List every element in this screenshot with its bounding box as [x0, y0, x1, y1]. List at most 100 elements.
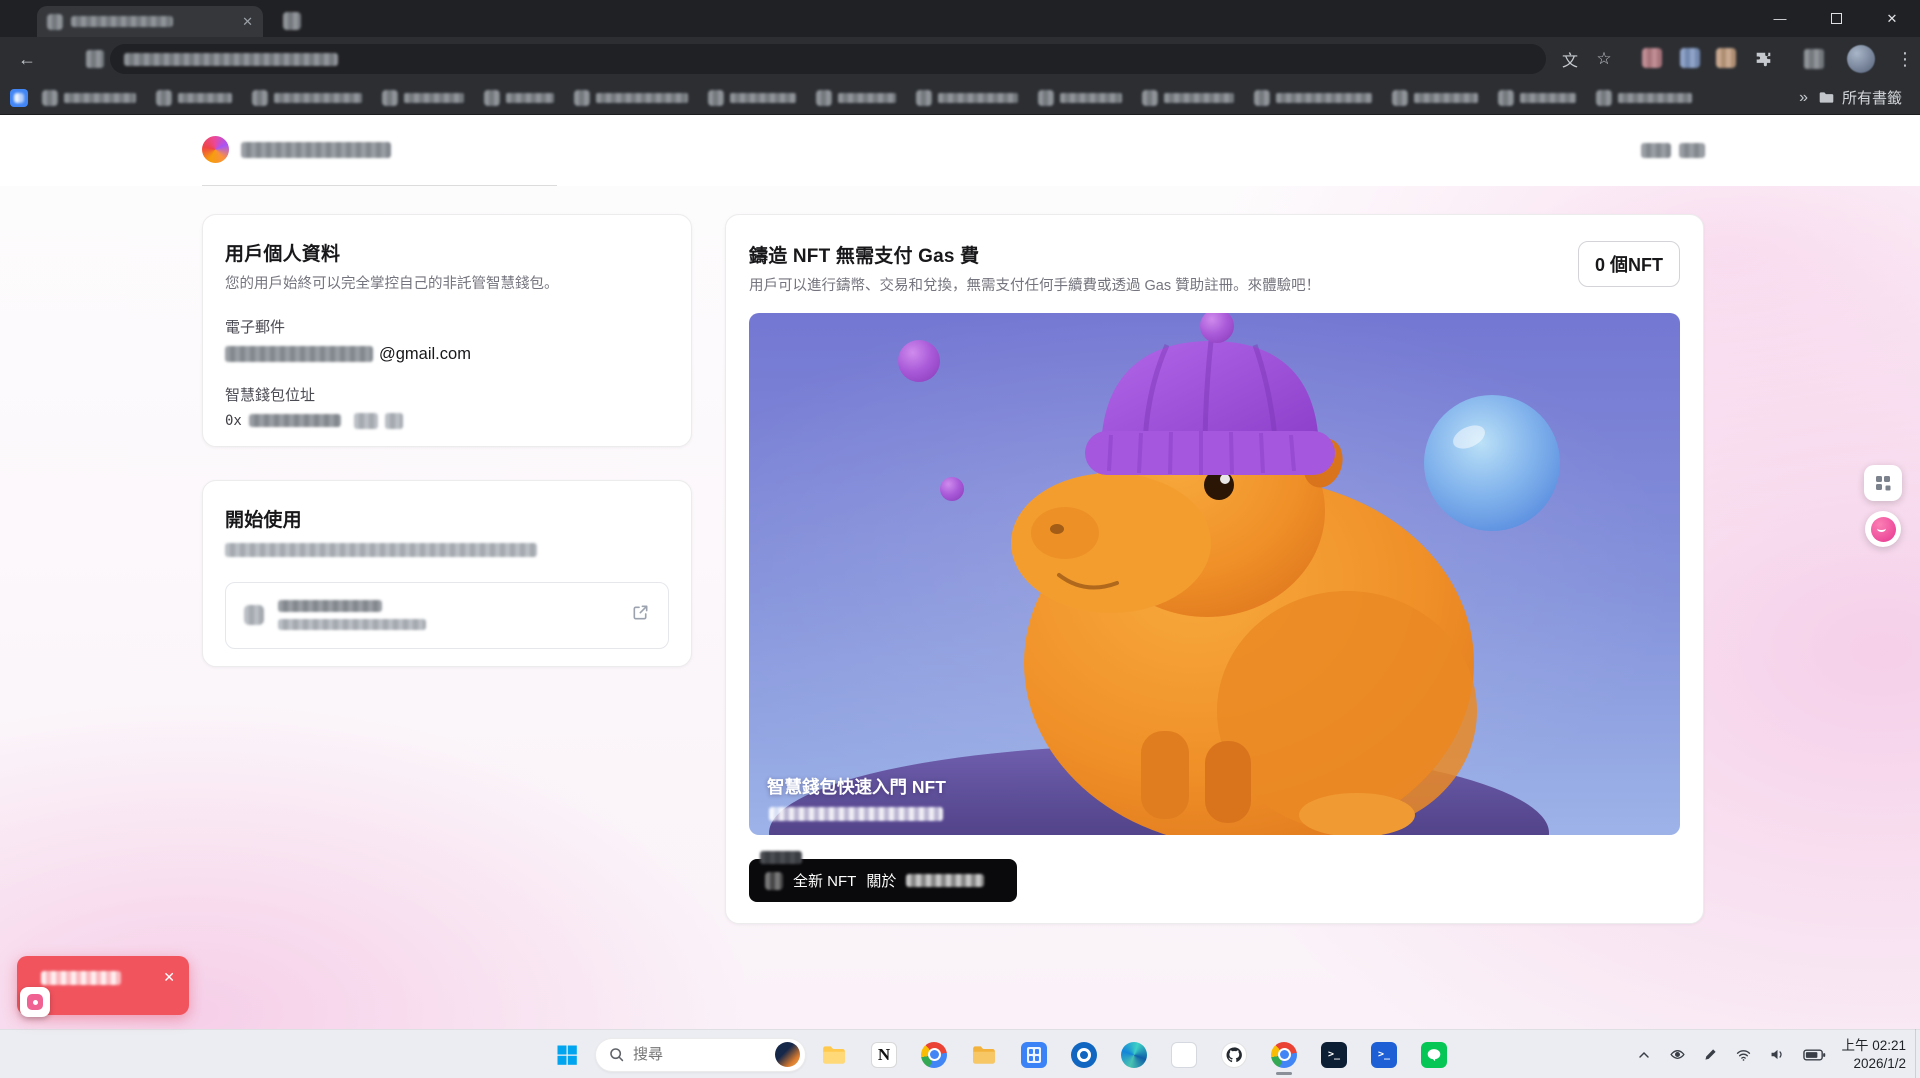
- puzzle-glyph: [1755, 51, 1772, 68]
- terminal-icon[interactable]: >_: [1312, 1033, 1356, 1077]
- outlook-icon[interactable]: [1062, 1033, 1106, 1077]
- chrome-active-icon[interactable]: [1262, 1033, 1306, 1077]
- profile-card: 用戶個人資料 您的用戶始終可以完全掌控自己的非託管智慧錢包。 電子郵件 @gma…: [202, 214, 692, 447]
- windows-logo-icon: [555, 1043, 579, 1067]
- line-icon[interactable]: [1412, 1033, 1456, 1077]
- site-header: [0, 115, 1920, 186]
- minimize-button[interactable]: —: [1752, 0, 1808, 37]
- bookmark-item[interactable]: [252, 90, 362, 106]
- bookmark-item[interactable]: [708, 90, 796, 106]
- bookmark-item[interactable]: [1498, 90, 1576, 106]
- tray-eye-icon[interactable]: [1667, 1044, 1688, 1065]
- maximize-button[interactable]: [1808, 0, 1864, 37]
- back-button[interactable]: ←: [14, 46, 40, 72]
- taskbar-search[interactable]: [595, 1038, 806, 1072]
- getting-started-title: 開始使用: [225, 505, 669, 532]
- floating-grid-widget[interactable]: [1864, 465, 1902, 501]
- tab-title-redacted: [71, 16, 173, 27]
- bookmark-item[interactable]: [816, 90, 896, 106]
- page-content: 用戶個人資料 您的用戶始終可以完全掌控自己的非託管智慧錢包。 電子郵件 @gma…: [0, 186, 1920, 1029]
- browser-menu-icon[interactable]: ⋮: [1892, 46, 1918, 72]
- all-bookmarks-button[interactable]: 所有書籤: [1818, 87, 1902, 108]
- browser-titlebar: ✕ — ✕: [0, 0, 1920, 37]
- tab-close-icon[interactable]: ✕: [242, 15, 253, 28]
- extension-icon-4[interactable]: [1804, 49, 1824, 69]
- wallet-address: 0x: [225, 413, 669, 429]
- nft-image-caption: 智慧錢包快速入門 NFT: [767, 774, 946, 799]
- bookmark-item[interactable]: [1038, 90, 1122, 106]
- browser-tab[interactable]: ✕: [37, 6, 263, 37]
- link-icon-redacted: [244, 605, 264, 625]
- wallet-address-redacted: [249, 414, 341, 427]
- bookmark-item[interactable]: [1142, 90, 1234, 106]
- extension-icon-2[interactable]: [1680, 48, 1700, 68]
- capybara-illustration: [749, 313, 1680, 835]
- extension-icon-1[interactable]: [1642, 48, 1662, 68]
- profile-avatar[interactable]: [1847, 45, 1875, 73]
- bookmark-item[interactable]: [484, 90, 554, 106]
- bookmark-item[interactable]: [42, 90, 136, 106]
- chrome-icon[interactable]: [912, 1033, 956, 1077]
- pinned-favicon[interactable]: [10, 89, 28, 107]
- secondary-tab[interactable]: [283, 12, 301, 30]
- wallet-prefix: 0x: [225, 413, 242, 429]
- mint-nft-button[interactable]: 全新 NFT 關於: [749, 859, 1017, 902]
- network-icon[interactable]: [1733, 1044, 1754, 1065]
- clock-time: 上午 02:21: [1841, 1037, 1906, 1055]
- folder-icon[interactable]: [962, 1033, 1006, 1077]
- bookmarks-overflow-icon[interactable]: »: [1799, 89, 1808, 107]
- search-daily-image[interactable]: [775, 1042, 800, 1067]
- toast-message-redacted: [41, 971, 121, 985]
- bookmark-star-icon[interactable]: ☆: [1591, 46, 1617, 72]
- translate-icon[interactable]: 文: [1557, 46, 1583, 72]
- email-domain: @gmail.com: [379, 345, 471, 364]
- volume-icon[interactable]: [1767, 1044, 1788, 1065]
- reload-button-redacted[interactable]: [86, 50, 104, 68]
- nft-card-title: 鑄造 NFT 無需支付 Gas 費: [749, 241, 1320, 268]
- start-button[interactable]: [545, 1033, 589, 1077]
- bookmark-item[interactable]: [382, 90, 464, 106]
- nft-card-subtitle: 用戶可以進行鑄幣、交易和兌換，無需支付任何手續費或透過 Gas 贊助註冊。來體驗…: [749, 276, 1320, 298]
- mint-button-label-2: 關於: [866, 870, 896, 891]
- bookmark-item[interactable]: [1254, 90, 1372, 106]
- address-bar[interactable]: [110, 44, 1546, 74]
- tab-favicon: [47, 14, 63, 30]
- file-explorer-icon[interactable]: [812, 1033, 856, 1077]
- bookmark-item[interactable]: [1596, 90, 1692, 106]
- taskbar-clock[interactable]: 上午 02:21 2026/1/2: [1841, 1037, 1906, 1072]
- mint-button-icon-redacted: [765, 872, 783, 890]
- floating-translate-widget[interactable]: [1865, 511, 1901, 547]
- pink-widget-icon: [1871, 517, 1896, 542]
- bookmark-item[interactable]: [1392, 90, 1478, 106]
- wallet-action-button[interactable]: [385, 413, 403, 429]
- github-icon[interactable]: [1212, 1033, 1256, 1077]
- folder-glyph: [821, 1042, 847, 1068]
- search-input[interactable]: [633, 1046, 767, 1063]
- toast-app-chip[interactable]: [20, 987, 50, 1017]
- tray-pen-icon[interactable]: [1701, 1045, 1720, 1064]
- toast-close-icon[interactable]: ✕: [161, 968, 177, 986]
- bookmark-item[interactable]: [916, 90, 1018, 106]
- bookmark-item[interactable]: [156, 90, 232, 106]
- bookmark-item[interactable]: [574, 90, 688, 106]
- search-icon: [608, 1046, 625, 1063]
- battery-icon[interactable]: [1801, 1046, 1828, 1064]
- getting-started-link[interactable]: [225, 582, 669, 649]
- notion-icon[interactable]: N: [862, 1033, 906, 1077]
- powershell-icon[interactable]: >_: [1362, 1033, 1406, 1077]
- edge-icon[interactable]: [1112, 1033, 1156, 1077]
- copy-address-button[interactable]: [354, 413, 378, 429]
- close-button[interactable]: ✕: [1864, 0, 1920, 37]
- calculator-icon[interactable]: [1012, 1033, 1056, 1077]
- getting-started-card: 開始使用: [202, 480, 692, 667]
- hidden-icons-chevron[interactable]: [1634, 1045, 1654, 1065]
- site-brand[interactable]: [202, 136, 391, 163]
- show-desktop-button[interactable]: [1915, 1029, 1920, 1078]
- header-user-menu[interactable]: [1641, 143, 1705, 158]
- clock-date: 2026/1/2: [1841, 1055, 1906, 1073]
- extension-icon-3[interactable]: [1716, 48, 1736, 68]
- folder-icon: [1818, 89, 1835, 106]
- notepad-icon[interactable]: [1162, 1033, 1206, 1077]
- nft-card: 鑄造 NFT 無需支付 Gas 費 用戶可以進行鑄幣、交易和兌換，無需支付任何手…: [725, 214, 1704, 924]
- extensions-puzzle-icon[interactable]: [1750, 46, 1776, 72]
